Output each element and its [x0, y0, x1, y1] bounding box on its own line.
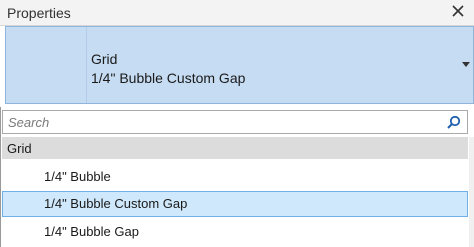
- close-icon[interactable]: [450, 3, 466, 19]
- type-name: 1/4" Bubble Custom Gap: [91, 70, 246, 86]
- list-item-label: 1/4" Bubble Gap: [44, 224, 139, 239]
- search-placeholder: Search: [8, 115, 50, 130]
- type-selector[interactable]: Grid 1/4" Bubble Custom Gap: [5, 26, 474, 104]
- type-family-name: Grid: [91, 51, 118, 67]
- list-item-label: 1/4" Bubble Custom Gap: [44, 196, 188, 211]
- group-header-grid: Grid: [2, 137, 468, 159]
- dropdown-arrow-icon[interactable]: [461, 61, 471, 69]
- list-item-selected[interactable]: 1/4" Bubble Custom Gap: [2, 191, 468, 217]
- list-item[interactable]: 1/4" Bubble Gap: [2, 219, 468, 245]
- type-preview-thumbnail: [6, 27, 87, 103]
- search-icon[interactable]: [446, 115, 461, 130]
- list-item-label: 1/4" Bubble: [44, 169, 111, 184]
- search-input[interactable]: Search: [2, 110, 468, 134]
- panel-title: Properties: [7, 5, 71, 21]
- properties-titlebar: Properties: [0, 0, 474, 26]
- group-label: Grid: [7, 141, 32, 156]
- type-dropdown-list: Search Grid 1/4" Bubble 1/4" Bubble Cust…: [0, 107, 474, 247]
- list-item[interactable]: 1/4" Bubble: [2, 164, 468, 190]
- scrollbar[interactable]: [469, 137, 474, 247]
